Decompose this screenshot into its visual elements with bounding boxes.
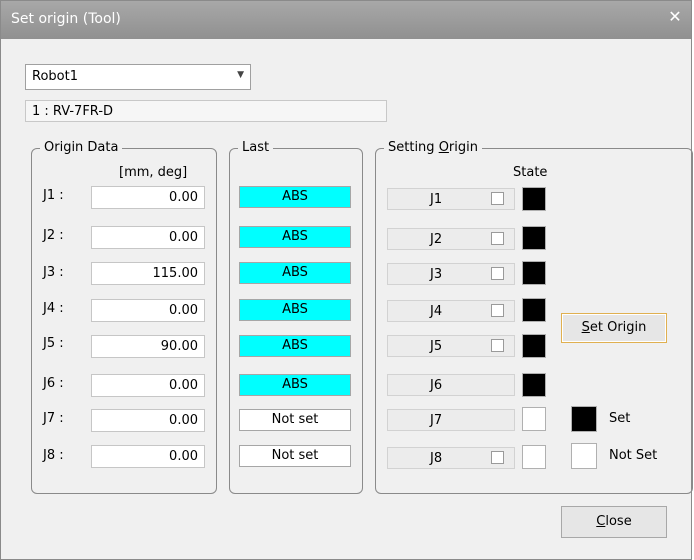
- close-button[interactable]: Close: [561, 506, 667, 538]
- legend-not-set-swatch: [571, 443, 597, 469]
- origin-label-j1: J1 :: [43, 188, 64, 203]
- origin-label-j8: J8 :: [43, 448, 64, 463]
- joint-label-j5: J5: [430, 339, 443, 354]
- checkbox-j8[interactable]: [491, 451, 504, 464]
- set-origin-dialog: Set origin (Tool) ✕ Robot1 ▼ 1 : RV-7FR-…: [0, 0, 693, 560]
- state-indicator-j4: [522, 298, 546, 322]
- robot-select[interactable]: Robot1 ▼: [25, 64, 251, 90]
- checkbox-j1[interactable]: [491, 192, 504, 205]
- origin-label-j7: J7 :: [43, 411, 64, 426]
- set-origin-mnemonic: S: [581, 320, 590, 335]
- last-status-j8: Not set: [239, 445, 351, 467]
- state-indicator-j2: [522, 226, 546, 250]
- joint-label-j3: J3: [430, 267, 443, 282]
- joint-label-j1: J1: [430, 192, 443, 207]
- setting-origin-legend-mnemonic: O: [438, 140, 449, 155]
- origin-value-j8[interactable]: 0.00: [91, 445, 205, 468]
- legend-set-label: Set: [609, 411, 631, 426]
- checkbox-j4[interactable]: [491, 304, 504, 317]
- origin-label-j5: J5 :: [43, 336, 64, 351]
- legend-not-set-label: Not Set: [609, 448, 658, 463]
- close-icon[interactable]: ✕: [665, 7, 685, 27]
- robot-model-label: 1 : RV-7FR-D: [32, 104, 114, 119]
- checkbox-j2[interactable]: [491, 232, 504, 245]
- last-status-j6: ABS: [239, 374, 351, 396]
- state-indicator-j7: [522, 407, 546, 431]
- state-indicator-j1: [522, 187, 546, 211]
- joint-button-j6[interactable]: J6: [387, 374, 515, 396]
- joint-label-j7: J7: [430, 413, 443, 428]
- origin-value-j1[interactable]: 0.00: [91, 186, 205, 209]
- chevron-down-icon: ▼: [237, 70, 244, 80]
- state-indicator-j3: [522, 261, 546, 285]
- origin-value-j5[interactable]: 90.00: [91, 335, 205, 358]
- origin-label-j3: J3 :: [43, 265, 64, 280]
- state-indicator-j8: [522, 445, 546, 469]
- origin-label-j2: J2 :: [43, 228, 64, 243]
- origin-value-j3[interactable]: 115.00: [91, 262, 205, 285]
- legend-set-swatch: [571, 406, 597, 432]
- unit-label: [mm, deg]: [119, 165, 188, 180]
- robot-select-value: Robot1: [32, 69, 78, 84]
- checkbox-j3[interactable]: [491, 267, 504, 280]
- set-origin-label: et Origin: [589, 320, 647, 335]
- last-status-j7: Not set: [239, 409, 351, 431]
- origin-value-j4[interactable]: 0.00: [91, 299, 205, 322]
- origin-label-j4: J4 :: [43, 301, 64, 316]
- close-mnemonic: C: [596, 514, 606, 529]
- setting-origin-legend: Setting Origin: [384, 140, 482, 155]
- joint-label-j2: J2: [430, 232, 443, 247]
- state-header: State: [513, 165, 548, 180]
- last-status-j5: ABS: [239, 335, 351, 357]
- setting-origin-legend-suffix: rigin: [448, 140, 478, 155]
- state-indicator-j6: [522, 373, 546, 397]
- setting-origin-legend-prefix: Setting: [388, 140, 439, 155]
- title-bar[interactable]: Set origin (Tool) ✕: [1, 1, 691, 39]
- origin-label-j6: J6 :: [43, 376, 64, 391]
- joint-label-j6: J6: [430, 378, 443, 393]
- last-status-j4: ABS: [239, 299, 351, 321]
- close-label: lose: [605, 514, 632, 529]
- state-indicator-j5: [522, 334, 546, 358]
- origin-data-legend: Origin Data: [40, 140, 123, 155]
- origin-value-j6[interactable]: 0.00: [91, 374, 205, 397]
- last-status-j3: ABS: [239, 262, 351, 284]
- dialog-title: Set origin (Tool): [11, 11, 121, 27]
- joint-label-j8: J8: [430, 451, 443, 466]
- origin-value-j7[interactable]: 0.00: [91, 409, 205, 432]
- last-legend: Last: [238, 140, 274, 155]
- last-status-j1: ABS: [239, 186, 351, 208]
- last-status-j2: ABS: [239, 226, 351, 248]
- checkbox-j5[interactable]: [491, 339, 504, 352]
- origin-value-j2[interactable]: 0.00: [91, 226, 205, 249]
- joint-label-j4: J4: [430, 304, 443, 319]
- joint-button-j7[interactable]: J7: [387, 409, 515, 431]
- set-origin-button[interactable]: Set Origin: [561, 313, 667, 343]
- robot-model-field: 1 : RV-7FR-D: [25, 100, 387, 122]
